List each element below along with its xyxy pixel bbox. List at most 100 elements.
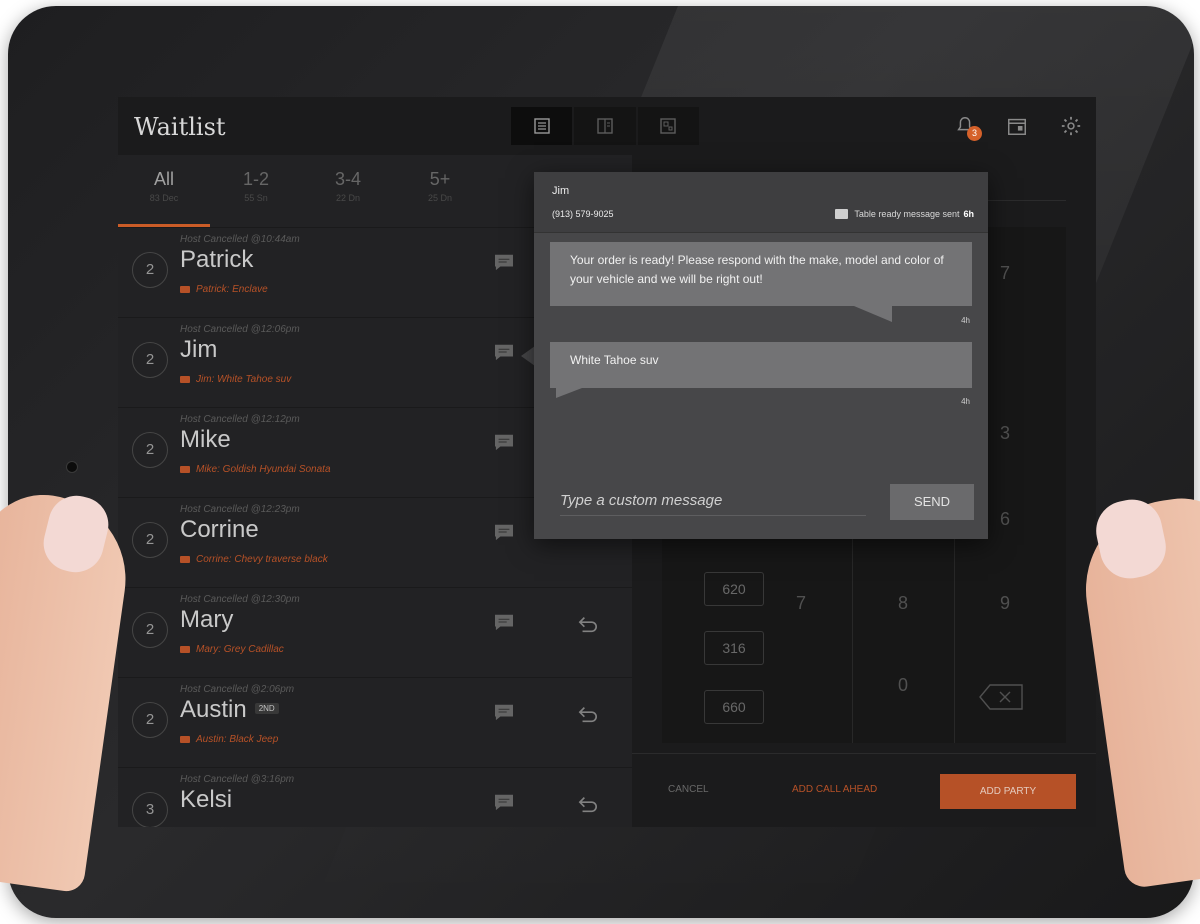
tab-5-plus[interactable]: 5+ 25 Dn	[394, 169, 486, 203]
settings-button[interactable]	[1058, 113, 1084, 139]
floor-plan-view-button[interactable]	[637, 107, 699, 145]
note-icon	[180, 555, 190, 563]
keypad-key[interactable]: 7	[796, 593, 806, 614]
tab-3-4[interactable]: 3-4 22 Dn	[302, 169, 394, 203]
tab-label: All	[153, 169, 174, 189]
table-row[interactable]: Host Cancelled @12:30pm 2 Mary Mary: Grey C…	[118, 587, 632, 678]
note-icon	[180, 285, 190, 293]
undo-icon	[578, 797, 597, 813]
split-view-button[interactable]	[574, 107, 636, 145]
party-size-badge: 2	[132, 342, 168, 378]
note-text: Austin: Black Jeep	[196, 734, 279, 745]
popup-pointer	[521, 346, 535, 366]
guest-name-text: Mike	[180, 426, 231, 453]
tab-count: 55 Sn	[244, 193, 268, 203]
guest-name: Mary	[180, 606, 233, 634]
message-button[interactable]	[490, 340, 518, 364]
note-text: Patrick: Enclave	[196, 284, 268, 295]
party-size-badge: 2	[132, 702, 168, 738]
table-row[interactable]: Host Cancelled @2:06pm 2 Austin 2ND Austin: …	[118, 677, 632, 768]
chat-icon	[495, 794, 513, 811]
guest-name: Austin 2ND	[180, 696, 279, 724]
table-button[interactable]: 620	[704, 572, 764, 606]
list-view-button[interactable]	[511, 107, 573, 145]
party-size-badge: 2	[132, 522, 168, 558]
party-status: Host Cancelled @12:23pm	[180, 504, 300, 515]
incoming-message: White Tahoe suv	[550, 342, 972, 398]
restore-button[interactable]	[573, 700, 603, 728]
input-underline	[560, 515, 866, 516]
guest-name-text: Mary	[180, 606, 234, 633]
calendar-button[interactable]	[1004, 113, 1030, 139]
note-icon	[180, 645, 190, 653]
tab-label: 1-2	[242, 169, 269, 189]
restore-button[interactable]	[573, 790, 603, 818]
undo-icon	[578, 707, 597, 723]
guest-name: Patrick	[180, 246, 253, 274]
split-view-icon	[597, 118, 613, 134]
guest-name: Jim	[180, 336, 217, 364]
camera	[66, 461, 78, 473]
message-time: 4h	[961, 397, 970, 406]
send-button[interactable]: SEND	[890, 484, 974, 520]
tab-count: 22 Dn	[335, 193, 361, 203]
guest-note: Jim: White Tahoe suv	[180, 374, 291, 385]
custom-message-input[interactable]	[560, 488, 866, 512]
add-party-button[interactable]: ADD PARTY	[940, 774, 1076, 809]
message-button[interactable]	[490, 520, 518, 544]
note-text: Mary: Grey Cadillac	[196, 644, 284, 655]
cancel-button[interactable]: CANCEL	[668, 784, 709, 795]
guest-note: Patrick: Enclave	[180, 284, 268, 295]
keypad-key[interactable]: 8	[898, 593, 908, 614]
party-status: Host Cancelled @12:06pm	[180, 324, 300, 335]
guest-name: Kelsi	[180, 786, 232, 814]
message-button[interactable]	[490, 610, 518, 634]
keypad-key[interactable]: 9	[1000, 593, 1010, 614]
backspace-button[interactable]	[978, 683, 1024, 711]
note-text: Jim: White Tahoe suv	[196, 374, 292, 385]
notifications-button[interactable]: 3	[952, 113, 982, 141]
calendar-icon	[1008, 118, 1026, 135]
party-status: Host Cancelled @3:16pm	[180, 774, 295, 785]
guest-name-text: Austin	[180, 696, 247, 723]
top-bar: Waitlist 3	[118, 97, 1096, 155]
party-size-badge: 3	[132, 792, 168, 827]
guest-note: Mary: Grey Cadillac	[180, 644, 284, 655]
chat-icon	[495, 434, 513, 451]
backspace-icon	[979, 684, 1023, 710]
chat-icon	[495, 524, 513, 541]
visit-count-tag: 2ND	[254, 703, 279, 714]
keypad-key[interactable]: 3	[1000, 423, 1010, 444]
guest-name: Corrine	[180, 516, 259, 544]
status-time: 6h	[963, 209, 974, 219]
tab-1-2[interactable]: 1-2 55 Sn	[210, 169, 302, 203]
table-row[interactable]: Host Cancelled @3:16pm 3 Kelsi	[118, 767, 632, 827]
party-size-badge: 2	[132, 432, 168, 468]
message-button[interactable]	[490, 250, 518, 274]
message-icon	[835, 209, 849, 219]
restore-button[interactable]	[573, 610, 603, 638]
keypad-key[interactable]: 6	[1000, 509, 1010, 530]
party-size-badge: 2	[132, 612, 168, 648]
tab-all[interactable]: All 83 Dec	[118, 169, 210, 203]
tab-count: 83 Dec	[149, 193, 179, 203]
tab-count: 25 Dn	[427, 193, 453, 203]
table-button[interactable]: 316	[704, 631, 764, 665]
chat-icon	[495, 344, 513, 361]
undo-icon	[578, 617, 597, 633]
note-text: Mike: Goldish Hyundai Sonata	[196, 464, 331, 475]
keypad-key[interactable]: 7	[1000, 263, 1010, 284]
gear-icon	[1061, 116, 1081, 136]
add-call-ahead-button[interactable]: ADD CALL AHEAD	[792, 784, 877, 795]
guest-name: Mike	[180, 426, 231, 454]
note-icon	[180, 465, 190, 473]
tab-label: 5+	[429, 169, 451, 189]
guest-note: Corrine: Chevy traverse black	[180, 554, 328, 565]
keypad-key[interactable]: 0	[898, 675, 908, 696]
guest-name-text: Patrick	[180, 246, 254, 273]
message-button[interactable]	[490, 700, 518, 724]
message-button[interactable]	[490, 790, 518, 814]
message-button[interactable]	[490, 430, 518, 454]
table-button[interactable]: 660	[704, 690, 764, 724]
page-title: Waitlist	[134, 113, 226, 141]
